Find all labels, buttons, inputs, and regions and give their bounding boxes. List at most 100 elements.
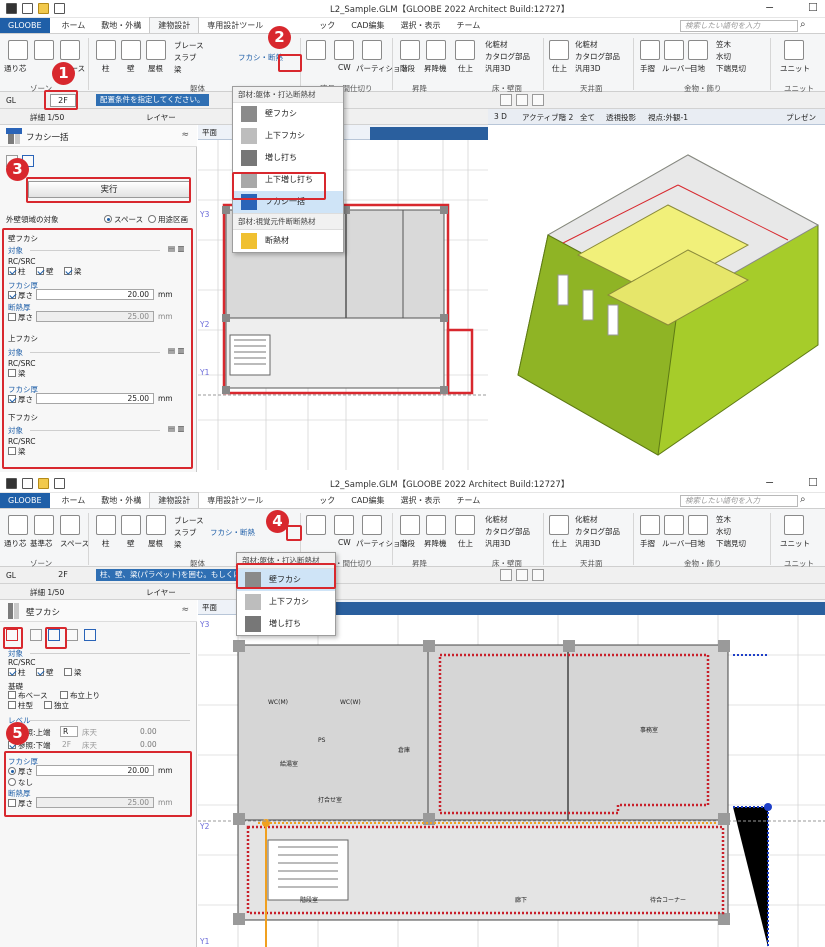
plan-view-canvas-2[interactable]: [198, 615, 825, 947]
tab-check[interactable]: ック: [311, 493, 343, 508]
elevator-icon[interactable]: [426, 40, 446, 60]
detail-scale[interactable]: 詳細 1/50: [30, 112, 64, 123]
finish-item-0[interactable]: 化粧材: [485, 39, 508, 50]
fukashi-insulation-button-2[interactable]: フカシ・断熱: [210, 527, 255, 538]
tab-viewpoint[interactable]: 視点:外観-1: [648, 112, 688, 123]
save-icon[interactable]: [54, 3, 65, 14]
new-file-icon[interactable]: [22, 478, 33, 489]
fukashi-insulation-button[interactable]: フカシ・断熱: [238, 52, 283, 63]
search-icon[interactable]: ⌕: [800, 19, 806, 30]
level-bottom-value[interactable]: 0.00: [140, 740, 157, 749]
hw-item-2[interactable]: 下端見切: [716, 63, 746, 74]
menu-wall-fukashi[interactable]: 壁フカシ: [233, 103, 343, 125]
floor-select-2[interactable]: 2F: [50, 569, 76, 582]
level-bottom-ref[interactable]: 2F: [62, 740, 71, 749]
check-column-type[interactable]: 柱型: [8, 700, 33, 711]
curtain-wall-icon[interactable]: [334, 515, 354, 535]
finish-icon[interactable]: [455, 515, 475, 535]
finish-item-1[interactable]: カタログ部品: [485, 51, 530, 62]
view-toggle-icon-2[interactable]: [516, 569, 528, 581]
ceiling-item-1[interactable]: カタログ部品: [575, 526, 620, 537]
ceiling-item-1[interactable]: カタログ部品: [575, 51, 620, 62]
open-folder-icon[interactable]: [38, 3, 49, 14]
louver-icon[interactable]: [664, 40, 684, 60]
search-icon[interactable]: ⌕: [800, 494, 806, 505]
check-column[interactable]: 柱: [8, 667, 26, 678]
menu-mashiuchi-2[interactable]: 増し打ち: [237, 613, 335, 635]
open-folder-icon[interactable]: [38, 478, 49, 489]
brace-button[interactable]: ブレース: [174, 40, 204, 51]
view-toggle-icon-2[interactable]: [516, 94, 528, 106]
check-beam[interactable]: 梁: [64, 667, 82, 678]
view3d-canvas[interactable]: [488, 125, 825, 470]
tab-building[interactable]: 建物設計: [149, 17, 200, 33]
ceiling-finish-icon[interactable]: [549, 40, 569, 60]
base-line-icon[interactable]: [34, 515, 54, 535]
door-icon[interactable]: [306, 40, 326, 60]
hw-item-0[interactable]: 笠木: [716, 514, 731, 525]
hw-item-0[interactable]: 笠木: [716, 39, 731, 50]
ceiling-item-0[interactable]: 化粧材: [575, 39, 598, 50]
handrail-icon[interactable]: [640, 515, 660, 535]
stairs-icon[interactable]: [400, 515, 420, 535]
view-toggle-icon-3[interactable]: [532, 569, 544, 581]
tab-cad-edit[interactable]: CAD編集: [343, 493, 392, 508]
roof-icon[interactable]: [146, 40, 166, 60]
tab-site[interactable]: 敷地・外構: [93, 18, 149, 33]
tab-special-tools[interactable]: 専用設計ツール: [199, 18, 271, 33]
check-wall[interactable]: 壁: [36, 667, 54, 678]
plan-tab-2[interactable]: 平面: [202, 602, 217, 613]
tab-building[interactable]: 建物設計: [149, 492, 200, 508]
finish-icon[interactable]: [455, 40, 475, 60]
space-icon[interactable]: [60, 515, 80, 535]
hw-item-2[interactable]: 下端見切: [716, 538, 746, 549]
beam-button[interactable]: 梁: [174, 539, 182, 550]
tab-3d[interactable]: 3 D: [494, 112, 507, 121]
roof-icon[interactable]: [146, 515, 166, 535]
tab-select-view[interactable]: 選択・表示: [393, 18, 449, 33]
joint-icon[interactable]: [688, 40, 708, 60]
tab-home[interactable]: ホーム: [54, 18, 94, 33]
tab-team[interactable]: チーム: [449, 493, 489, 508]
detail-scale-2[interactable]: 詳細 1/50: [30, 587, 64, 598]
menu-updown-fukashi-2[interactable]: 上下フカシ: [237, 591, 335, 613]
menu-updown-fukashi[interactable]: 上下フカシ: [233, 125, 343, 147]
search-input-2[interactable]: 検索したい語句を入力: [680, 495, 798, 507]
maximize-button-2[interactable]: ☐: [808, 476, 818, 489]
hw-item-1[interactable]: 水切: [716, 51, 731, 62]
ceiling-item-0[interactable]: 化粧材: [575, 514, 598, 525]
menu-insulation[interactable]: 断熱材: [233, 230, 343, 252]
mode-arrow-icon[interactable]: [66, 629, 78, 641]
minimize-button[interactable]: −: [765, 1, 774, 14]
search-input[interactable]: 検索したい語句を入力: [680, 20, 798, 32]
opt-use-zone[interactable]: 用途区画: [148, 214, 188, 225]
tab-team[interactable]: チーム: [449, 18, 489, 33]
tab-gloobe[interactable]: GLOOBE: [0, 18, 50, 33]
save-icon[interactable]: [54, 478, 65, 489]
slab-button[interactable]: スラブ: [174, 52, 197, 63]
layer-button-2[interactable]: レイヤー: [146, 587, 176, 598]
ceiling-item-2[interactable]: 汎用3D: [575, 63, 601, 74]
new-file-icon[interactable]: [22, 3, 33, 14]
tab-check[interactable]: ック: [311, 18, 343, 33]
layer-button[interactable]: レイヤー: [146, 112, 176, 123]
base-line-icon[interactable]: [34, 40, 54, 60]
column-icon[interactable]: [96, 515, 116, 535]
level-top-value[interactable]: 0.00: [140, 727, 157, 736]
view-toggle-icon-3[interactable]: [532, 94, 544, 106]
minimize-button-2[interactable]: −: [765, 476, 774, 489]
maximize-button[interactable]: ☐: [808, 1, 818, 14]
collapse-icon[interactable]: ≈: [181, 605, 189, 615]
view-toggle-icon[interactable]: [500, 569, 512, 581]
finish-item-1[interactable]: カタログ部品: [485, 526, 530, 537]
tab-presentation[interactable]: プレゼン: [786, 112, 816, 123]
partition-icon[interactable]: [362, 515, 382, 535]
slab-button[interactable]: スラブ: [174, 527, 197, 538]
ceiling-finish-icon[interactable]: [549, 515, 569, 535]
space-icon[interactable]: [60, 40, 80, 60]
check-independent[interactable]: 独立: [44, 700, 69, 711]
menu-mashiuchi[interactable]: 増し打ち: [233, 147, 343, 169]
grid-line-icon[interactable]: [8, 515, 28, 535]
tab-special-tools[interactable]: 専用設計ツール: [199, 493, 271, 508]
finish-item-2[interactable]: 汎用3D: [485, 63, 511, 74]
